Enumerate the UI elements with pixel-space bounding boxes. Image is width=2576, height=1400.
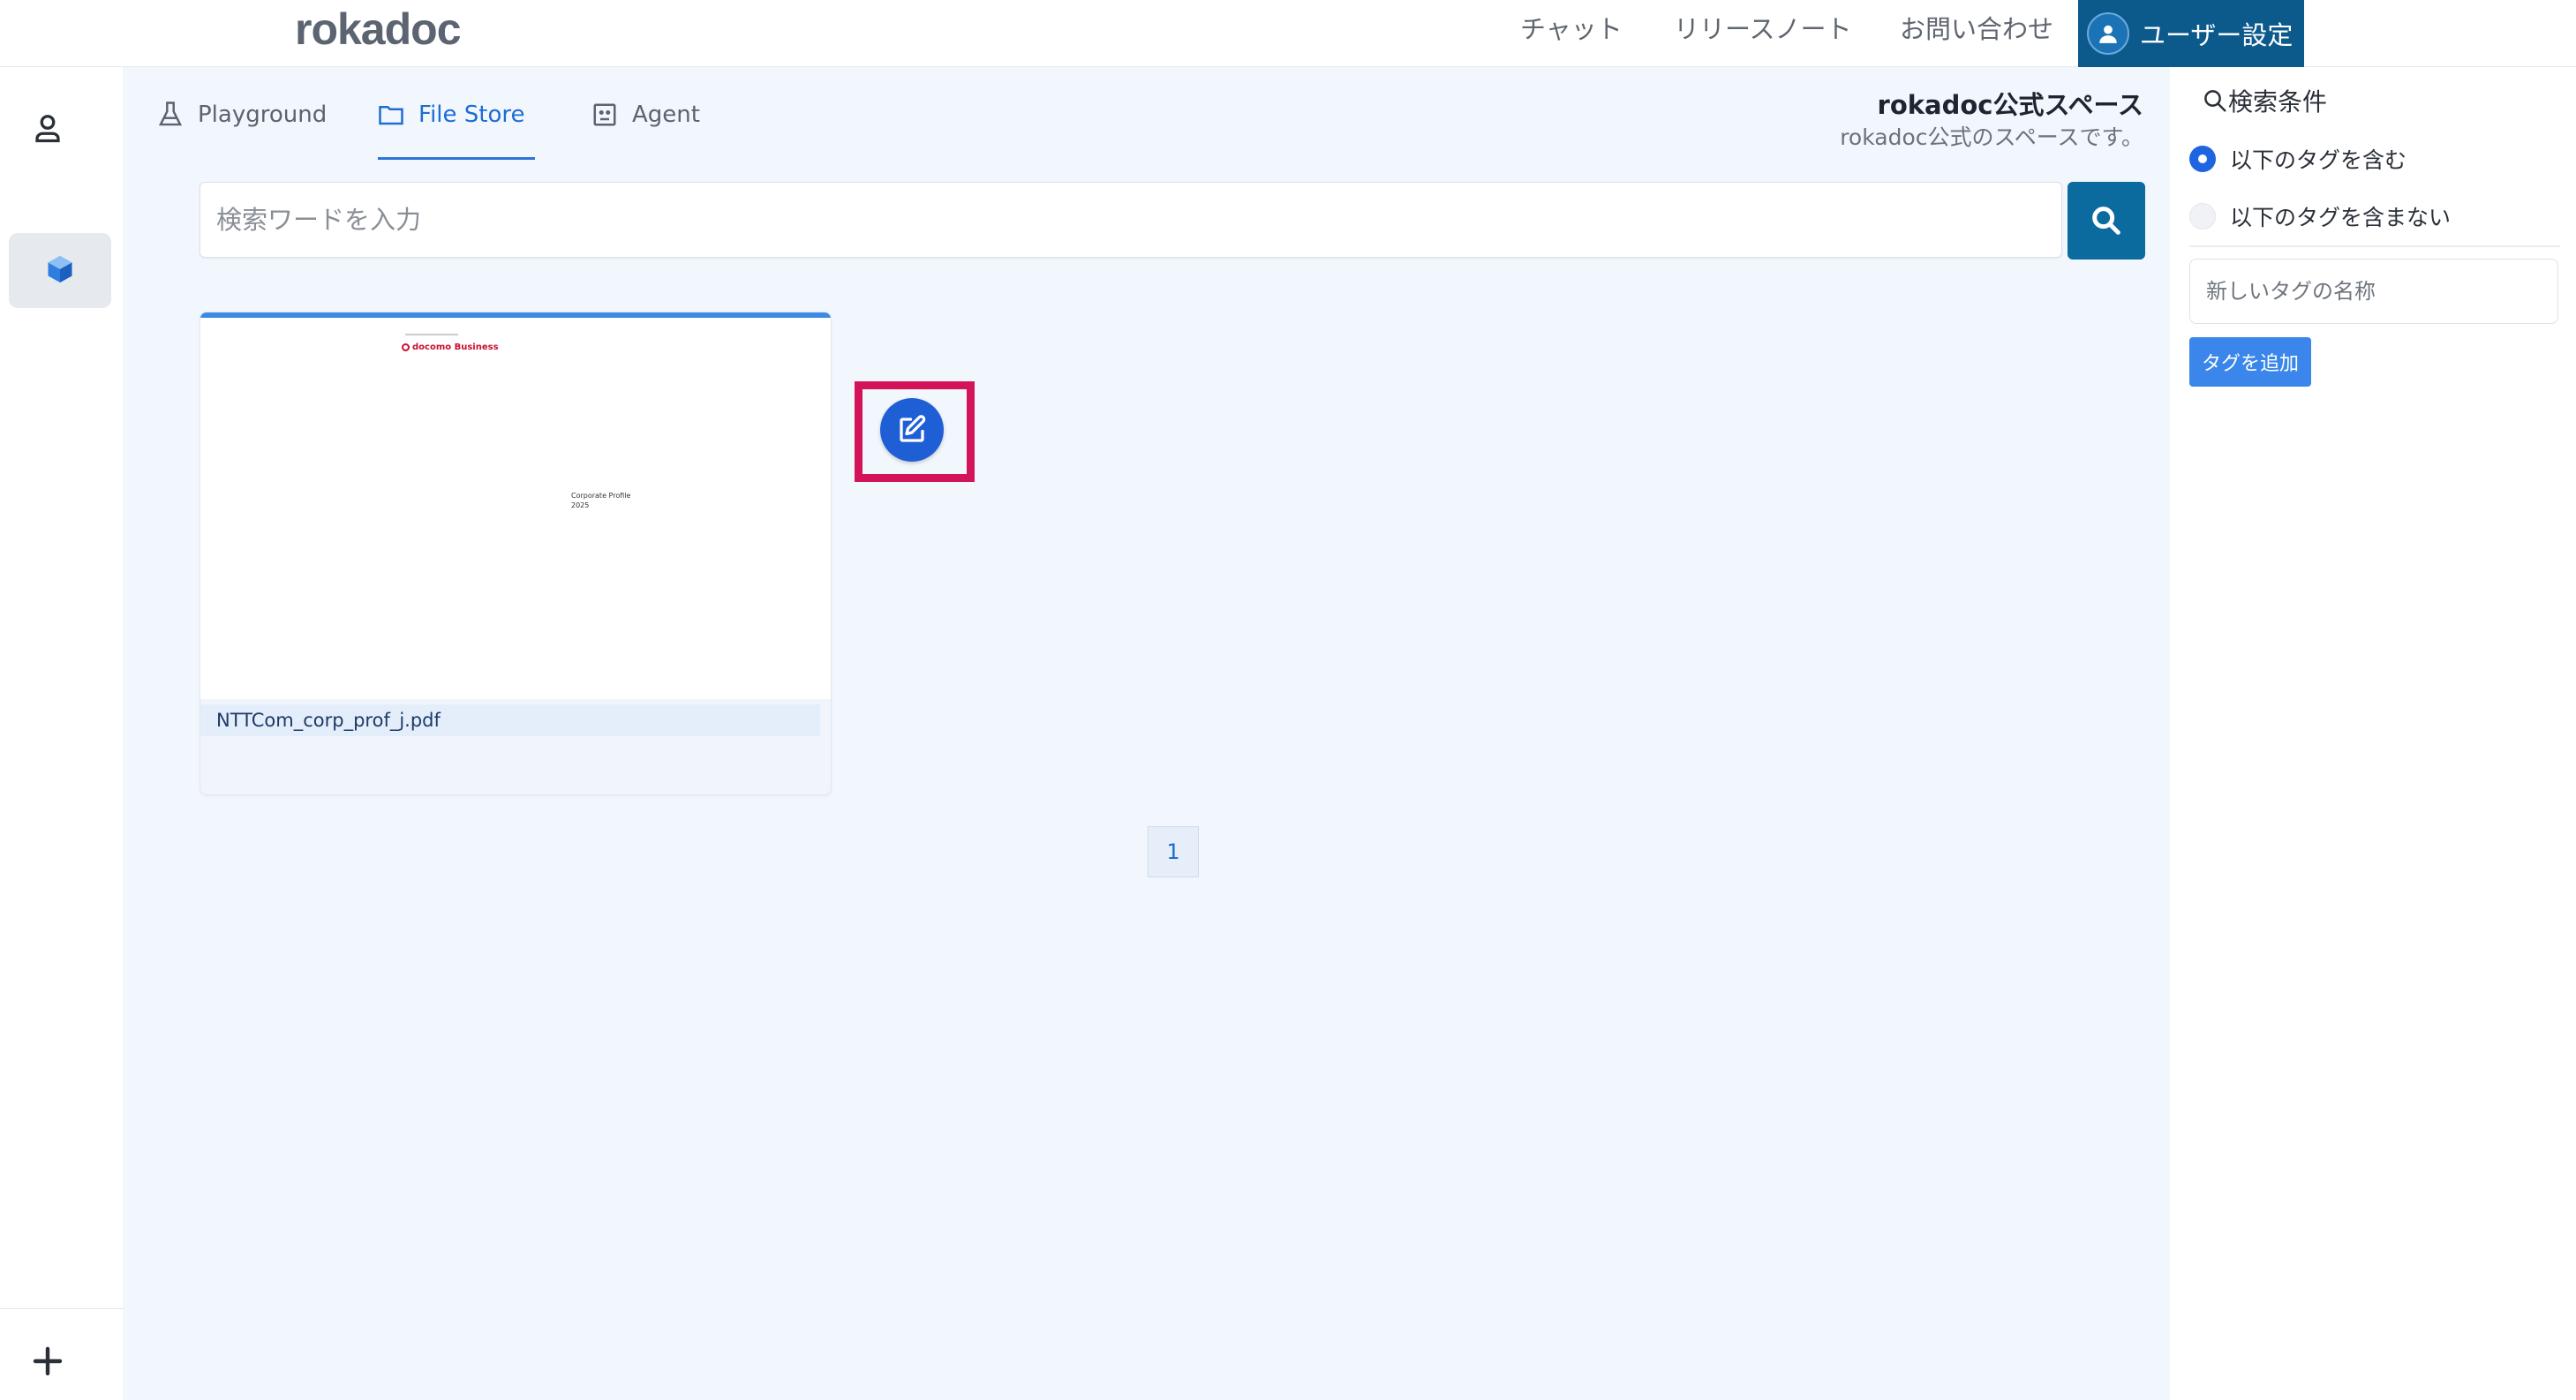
new-tag-input[interactable]: [2189, 259, 2558, 324]
rail-divider: [0, 1308, 124, 1309]
tab-bar: Playground File Store Agent rokadoc公式スペー…: [125, 67, 2170, 168]
tab-file-store-label: File Store: [418, 102, 525, 128]
file-name: NTTCom_corp_prof_j.pdf: [200, 704, 820, 736]
user-settings-label: ユーザー設定: [2140, 20, 2294, 50]
active-tab-underline: [378, 157, 535, 160]
space-description: rokadoc公式のスペースです。: [1840, 124, 2143, 150]
main-content: Playground File Store Agent rokadoc公式スペー…: [125, 67, 2170, 1400]
space-item-button[interactable]: [9, 233, 111, 308]
plus-icon[interactable]: [26, 1340, 69, 1382]
brand-logo[interactable]: rokadoc: [295, 2, 462, 56]
tab-playground-label: Playground: [198, 102, 328, 128]
tab-playground[interactable]: Playground: [157, 67, 327, 162]
tab-agent-label: Agent: [632, 102, 700, 128]
filter-include-tags-option[interactable]: 以下のタグを含む: [2189, 143, 2407, 175]
docomo-logo-icon: [402, 343, 410, 351]
space-name: rokadoc公式スペース: [1877, 90, 2143, 120]
pagination-page-button[interactable]: 1: [1148, 826, 1199, 877]
edit-file-button[interactable]: [880, 398, 944, 462]
left-rail: [0, 67, 124, 1400]
user-icon[interactable]: [32, 111, 64, 147]
agent-icon: [593, 103, 616, 126]
filter-exclude-tags-option[interactable]: 以下のタグを含まない: [2189, 200, 2451, 232]
file-thumbnail: docomo Business Corporate Profile 2025: [200, 318, 831, 699]
nav-contact-link[interactable]: お問い合わせ: [1900, 0, 2053, 58]
cube-icon: [44, 253, 76, 289]
user-avatar-icon: [2087, 12, 2129, 55]
search-input[interactable]: [200, 182, 2062, 258]
search-icon: [2092, 207, 2120, 235]
tab-agent[interactable]: Agent: [591, 67, 700, 162]
filter-panel: 検索条件 以下のタグを含む 以下のタグを含まない タグを追加: [2170, 67, 2576, 1400]
nav-chat-link[interactable]: チャット: [1520, 0, 1623, 58]
add-tag-button[interactable]: タグを追加: [2189, 337, 2311, 387]
edit-icon: [900, 415, 926, 442]
nav-release-notes-link[interactable]: リリースノート: [1674, 0, 1852, 58]
search-button[interactable]: [2068, 182, 2145, 260]
top-header: rokadoc チャット リリースノート お問い合わせ ユーザー設定: [0, 0, 2576, 67]
folder-icon: [379, 106, 403, 125]
radio-unselected[interactable]: [2189, 203, 2216, 230]
filter-title: 検索条件: [2202, 83, 2327, 118]
search-icon: [2204, 90, 2226, 112]
thumbnail-logo: docomo Business: [402, 342, 499, 352]
user-settings-button[interactable]: ユーザー設定: [2078, 0, 2304, 67]
thumbnail-header-line: [405, 334, 458, 335]
radio-selected[interactable]: [2189, 146, 2216, 172]
tab-file-store[interactable]: File Store: [378, 67, 525, 162]
file-card[interactable]: docomo Business Corporate Profile 2025 N…: [200, 312, 832, 795]
thumbnail-title: Corporate Profile 2025: [571, 492, 631, 509]
filter-divider: [2189, 245, 2560, 247]
filter-include-tags-label: 以下のタグを含む: [2230, 147, 2407, 173]
flask-icon: [158, 102, 183, 126]
filter-exclude-tags-label: 以下のタグを含まない: [2230, 205, 2452, 230]
